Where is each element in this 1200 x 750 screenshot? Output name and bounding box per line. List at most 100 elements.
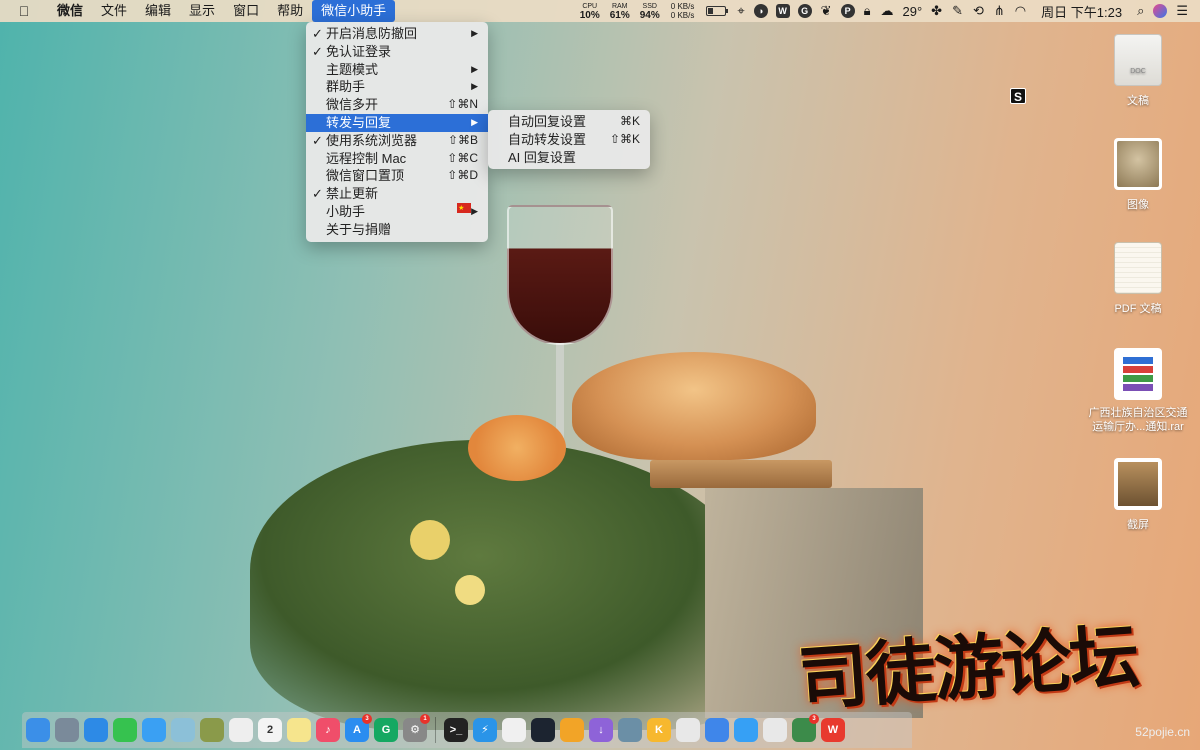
siri-icon[interactable] — [1153, 4, 1168, 18]
desktop-icon-rar-archive[interactable]: 广西壮族自治区交通运输厅办...通知.rar — [1078, 348, 1198, 434]
lock-icon[interactable]: 🔒︎ — [864, 3, 871, 19]
menu-item-5[interactable]: 转发与回复 ▶ — [306, 113, 488, 132]
desktop-icon-screenshots[interactable]: 截屏 — [1078, 458, 1198, 532]
menu-item-label: 微信窗口置顶 — [326, 168, 405, 184]
textedit-icon[interactable] — [502, 718, 526, 742]
location-icon[interactable]: ⌖ — [737, 3, 744, 19]
desktop-icon-pdf-documents[interactable]: PDF 文稿 — [1078, 242, 1198, 316]
temperature[interactable]: 29° — [903, 4, 923, 19]
menu-bar:  微信 文件 编辑 显示 窗口 帮助 微信小助手 CPU 10% RAM 61… — [0, 0, 1200, 22]
notes-icon[interactable] — [287, 718, 311, 742]
menu-item-auto-forward-settings[interactable]: 自动转发设置 ⇧⌘K — [488, 131, 650, 149]
ram-stat[interactable]: RAM 61% — [609, 2, 630, 21]
yellow-flower — [410, 520, 450, 560]
system-preferences-icon[interactable]: ⚙ 1 — [403, 714, 430, 742]
menu-help[interactable]: 帮助 — [268, 0, 312, 22]
screenshot-icon — [1114, 458, 1162, 510]
baidu-netdisk-icon[interactable] — [705, 718, 729, 742]
notification-badge: 3 — [809, 714, 819, 724]
chrome-canary-icon[interactable] — [560, 718, 584, 742]
launchpad-icon[interactable] — [55, 718, 79, 742]
app-store-icon[interactable]: A3 — [345, 714, 372, 742]
wine-glass — [507, 205, 613, 345]
ssd-stat[interactable]: SSD 94% — [639, 2, 660, 21]
leaf-icon[interactable]: ❦ — [821, 3, 832, 19]
submenu-arrow-icon: ▶ — [471, 205, 478, 216]
wooden-board — [650, 460, 832, 488]
menu-item-0[interactable]: ✓ 开启消息防撤回 ▶ — [306, 25, 488, 43]
network-speed[interactable]: 0 KB/s 0 KB/s — [671, 2, 695, 20]
earth-icon[interactable]: 3 — [792, 714, 819, 742]
finder-icon[interactable] — [26, 718, 50, 742]
menu-edit[interactable]: 编辑 — [136, 0, 180, 22]
search-icon[interactable]: ⌕ — [1137, 3, 1144, 19]
image-icon — [1114, 138, 1162, 190]
menu-item-ai-reply-settings[interactable]: AI 回复设置 — [488, 149, 650, 167]
china-flag-icon — [457, 200, 472, 218]
battery-icon[interactable] — [706, 6, 729, 16]
notes-book-icon[interactable] — [200, 718, 224, 742]
weather-cloud-icon[interactable]: ☁ — [881, 3, 894, 19]
menu-item-3[interactable]: 群助手 ▶ — [306, 78, 488, 96]
desktop-icon-images[interactable]: 图像 — [1078, 138, 1198, 212]
menu-item-7[interactable]: 远程控制 Mac ⇧⌘C — [306, 150, 488, 168]
menu-wechat-assistant[interactable]: 微信小助手 — [312, 0, 396, 22]
wechat-assistant-icon[interactable]: ⋔ — [994, 3, 1005, 19]
istat-icon[interactable]: ◑ — [753, 4, 768, 18]
thunder-icon[interactable]: ⚡ — [473, 718, 497, 742]
menu-item-8[interactable]: 微信窗口置顶 ⇧⌘D — [306, 167, 488, 185]
wechat-assistant-menu: ✓ 开启消息防撤回 ▶ ✓ 免认证登录 主题模式 ▶ 群助手 ▶ 微信多开 ⇧⌘N 转发与回复 ▶ ✓ 使用… — [306, 22, 488, 242]
desktop-icon-label: 图像 — [1127, 199, 1149, 211]
messages-icon[interactable] — [142, 718, 166, 742]
cpu-stat[interactable]: CPU 10% — [580, 2, 600, 21]
reminders-icon[interactable] — [229, 718, 253, 742]
menu-item-2[interactable]: 主题模式 ▶ — [306, 61, 488, 79]
menu-item-auto-reply-settings[interactable]: 自动回复设置 ⌘K — [488, 113, 650, 131]
clock[interactable]: 周日 下午1:23 — [1041, 2, 1122, 21]
ram-value: 61% — [609, 10, 630, 21]
menu-file[interactable]: 文件 — [92, 0, 136, 22]
grammarly-icon[interactable]: G — [797, 4, 812, 18]
s-app-badge[interactable]: S — [1010, 88, 1026, 104]
cluster-icon[interactable]: ✤ — [931, 3, 942, 19]
apple-logo-icon[interactable]:  — [0, 3, 48, 19]
menu-wechat[interactable]: 微信 — [48, 0, 92, 22]
chrome-icon[interactable] — [676, 718, 700, 742]
w-app-icon[interactable]: W — [775, 4, 790, 18]
wifi-icon[interactable]: ◠ — [1015, 3, 1026, 19]
photos-icon[interactable] — [171, 718, 195, 742]
time-machine-icon[interactable]: ⟲ — [973, 3, 984, 19]
downloader-icon[interactable]: ↓ — [589, 718, 613, 742]
aliyun-drive-icon[interactable] — [734, 718, 758, 742]
music-icon[interactable]: ♪ — [316, 718, 340, 742]
checkmark-icon: ✓ — [312, 26, 323, 41]
menu-item-shortcut: ⇧⌘D — [447, 168, 478, 183]
menu-item-6[interactable]: ✓ 使用系统浏览器 ⇧⌘B — [306, 132, 488, 150]
pdf-document-icon — [1114, 242, 1162, 294]
menu-item-label: 禁止更新 — [326, 186, 379, 202]
youku-icon[interactable] — [763, 718, 787, 742]
menu-item-10[interactable]: 小助手 ▶ — [306, 200, 488, 221]
k-app-icon[interactable]: K — [647, 718, 671, 742]
notification-list-icon[interactable]: ☰ — [1176, 3, 1188, 19]
menu-item-11[interactable]: 关于与捐赠 — [306, 221, 488, 239]
facetime-icon[interactable] — [113, 718, 137, 742]
menu-item-1[interactable]: ✓ 免认证登录 — [306, 43, 488, 61]
menu-view[interactable]: 显示 — [180, 0, 224, 22]
menu-item-4[interactable]: 微信多开 ⇧⌘N — [306, 96, 488, 114]
image-viewer-icon[interactable] — [618, 718, 642, 742]
checkmark-icon: ✓ — [312, 43, 323, 59]
calendar-icon[interactable]: 2 — [258, 718, 282, 742]
istat-icon[interactable] — [531, 718, 555, 742]
wps-icon[interactable]: W — [821, 718, 845, 742]
ssd-value: 94% — [639, 10, 660, 21]
p-app-icon[interactable]: P — [840, 4, 855, 18]
submenu-arrow-icon: ▶ — [471, 116, 478, 127]
grammarly-icon[interactable]: G — [374, 718, 398, 742]
menu-window[interactable]: 窗口 — [224, 0, 268, 22]
desktop-icon-documents[interactable]: 文稿 — [1078, 34, 1198, 108]
dock: 2 ♪ A 3 G ⚙ 1 >_ ⚡ ↓ K 3 W — [22, 712, 912, 748]
brush-icon[interactable]: ✎ — [952, 3, 963, 19]
terminal-icon[interactable]: >_ — [444, 718, 468, 742]
safari-icon[interactable] — [84, 718, 108, 742]
